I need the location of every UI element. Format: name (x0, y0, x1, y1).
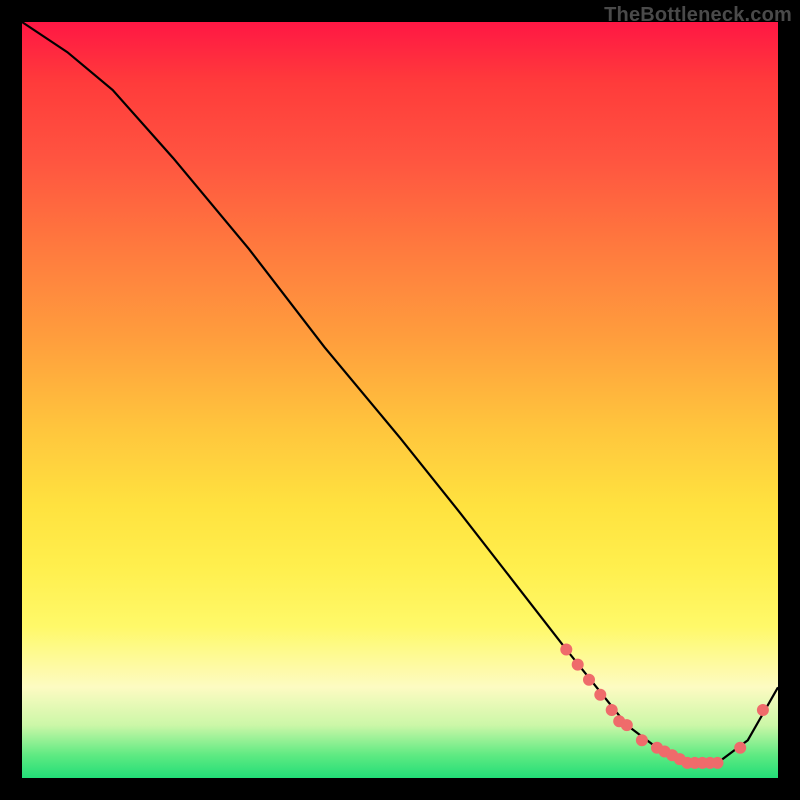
curve-layer (22, 22, 778, 778)
data-point (583, 674, 595, 686)
data-point (757, 704, 769, 716)
data-point (572, 659, 584, 671)
data-point (734, 742, 746, 754)
plot-area (22, 22, 778, 778)
data-point (636, 734, 648, 746)
marker-group (560, 644, 769, 769)
bottleneck-curve (22, 22, 778, 763)
chart-stage: TheBottleneck.com (0, 0, 800, 800)
data-point (606, 704, 618, 716)
data-point (712, 757, 724, 769)
data-point (560, 644, 572, 656)
data-point (594, 689, 606, 701)
data-point (621, 719, 633, 731)
